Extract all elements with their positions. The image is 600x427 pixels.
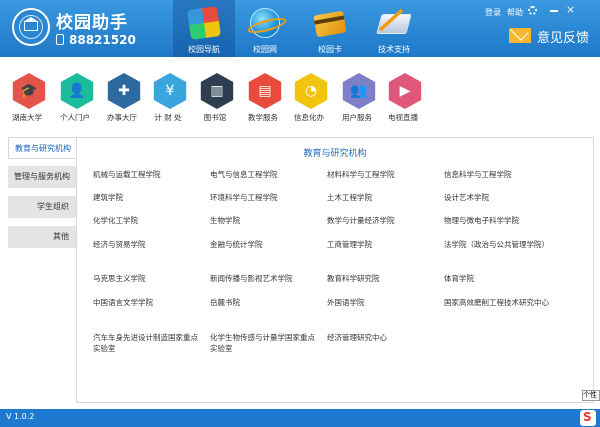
status-bar: V 1.0.2 (0, 409, 600, 427)
college-link[interactable]: 工商管理学院 (327, 239, 442, 250)
college-link[interactable]: 国家高效磨削工程技术研究中心 (444, 297, 552, 308)
version-label: V 1.0.2 (6, 412, 35, 421)
globe-icon (250, 8, 280, 38)
sidebar-item-other[interactable]: 其他 (8, 226, 76, 248)
college-link[interactable]: 经济与贸易学院 (93, 239, 208, 250)
college-link[interactable]: 生物学院 (210, 215, 325, 226)
quick-link-it-office[interactable]: ◔ 信息化办 (284, 73, 334, 125)
quick-links-row: 🎓 湖南大学 👤 个人门户 ✚ 办事大厅 ¥ 计 财 处 ▥ 图书馆 ▤ 教学服… (0, 57, 600, 131)
quick-link-library[interactable]: ▥ 图书馆 (190, 73, 240, 125)
feedback-button[interactable]: 意见反馈 (509, 25, 599, 47)
pie-chart-icon: ◔ (304, 83, 318, 99)
phone-icon (56, 34, 64, 45)
help-link[interactable]: 帮助 (507, 7, 523, 18)
college-link[interactable]: 新闻传播与影视艺术学院 (210, 273, 325, 284)
college-link[interactable]: 建筑学院 (93, 192, 208, 203)
college-link[interactable]: 法学院（政治与公共管理学院） (444, 239, 556, 250)
university-emblem-icon (12, 8, 50, 46)
nav-tab-label: 技术支持 (378, 45, 410, 54)
nav-tab-campus-network[interactable]: 校园网 (234, 0, 296, 57)
sidebar-item-education-research[interactable]: 教育与研究机构 (8, 137, 77, 159)
book-icon: ▥ (210, 83, 224, 99)
input-method-icon[interactable] (580, 410, 596, 426)
feedback-label: 意见反馈 (537, 31, 590, 46)
graduation-cap-icon: 🎓 (20, 83, 38, 99)
campus-card-icon (313, 10, 347, 38)
college-link[interactable]: 金融与统计学院 (210, 239, 325, 250)
college-link[interactable]: 外国语学院 (327, 297, 442, 308)
college-link[interactable]: 岳麓书院 (210, 297, 325, 308)
envelope-icon (509, 28, 531, 43)
college-link[interactable]: 化学化工学院 (93, 215, 208, 226)
nav-tab-campus-card[interactable]: 校园卡 (299, 0, 361, 57)
tech-support-icon (376, 14, 412, 34)
nav-tab-label: 校园导航 (188, 45, 220, 54)
puzzle-icon: ✚ (118, 83, 130, 99)
nav-tab-label: 校园网 (253, 45, 277, 54)
category-sidebar: 教育与研究机构 管理与服务机构 学生组织 其他 (0, 131, 77, 409)
phone-number-text: 88821520 (69, 33, 136, 47)
nav-tab-campus-nav[interactable]: 校园导航 (173, 0, 235, 57)
header-bar: 校园助手 88821520 校园导航 校园网 校园卡 技术支持 登录 帮助 × … (0, 0, 600, 57)
app-title: 校园助手 (56, 13, 128, 33)
tooltip: 个性 (582, 390, 600, 401)
login-link[interactable]: 登录 (485, 7, 501, 18)
whiteboard-icon: ▤ (258, 83, 272, 99)
close-icon[interactable]: × (566, 4, 575, 15)
nav-tab-tech-support[interactable]: 技术支持 (363, 0, 425, 57)
quick-link-tv-live[interactable]: ▶ 电视直播 (378, 73, 428, 125)
college-link[interactable]: 经济管理研究中心 (327, 332, 442, 343)
college-link[interactable]: 物理与微电子科学学院 (444, 215, 559, 226)
college-link[interactable]: 机械与运载工程学院 (93, 169, 208, 180)
sidebar-item-management-service[interactable]: 管理与服务机构 (8, 166, 76, 188)
sidebar-item-student-org[interactable]: 学生组织 (8, 196, 76, 218)
college-link[interactable]: 马克思主义学院 (93, 273, 208, 284)
video-icon: ▶ (399, 83, 411, 99)
gear-icon[interactable] (528, 6, 537, 15)
college-link[interactable]: 信息科学与工程学院 (444, 169, 559, 180)
college-link[interactable]: 材料科学与工程学院 (327, 169, 442, 180)
college-link[interactable]: 环境科学与工程学院 (210, 192, 325, 203)
money-bag-icon: ¥ (165, 83, 175, 99)
panel-title: 教育与研究机构 (303, 149, 367, 159)
minimize-icon[interactable] (550, 10, 558, 12)
college-link[interactable]: 数学与计量经济学院 (327, 215, 442, 226)
college-link[interactable]: 电气与信息工程学院 (210, 169, 325, 180)
quick-link-label: 电视直播 (388, 113, 418, 122)
college-link[interactable]: 化学生物传感与计量学国家重点实验室 (210, 332, 318, 354)
users-icon: 👥 (350, 83, 368, 99)
college-link[interactable]: 教育科学研究院 (327, 273, 442, 284)
college-link[interactable]: 土木工程学院 (327, 192, 442, 203)
campus-nav-icon (187, 6, 221, 40)
user-icon: 👤 (68, 83, 86, 99)
colleges-panel: 教育与研究机构 机械与运载工程学院 电气与信息工程学院 材料科学与工程学院 信息… (76, 137, 594, 403)
college-link[interactable]: 汽车车身先进设计制造国家重点实验室 (93, 332, 201, 354)
college-link[interactable]: 中国语言文学学院 (93, 297, 208, 308)
college-link[interactable]: 体育学院 (444, 273, 559, 284)
college-link[interactable]: 设计艺术学院 (444, 192, 559, 203)
phone-number: 88821520 (56, 33, 136, 47)
nav-tab-label: 校园卡 (318, 45, 342, 54)
quick-link-hnu[interactable]: 🎓 湖南大学 (2, 73, 52, 125)
